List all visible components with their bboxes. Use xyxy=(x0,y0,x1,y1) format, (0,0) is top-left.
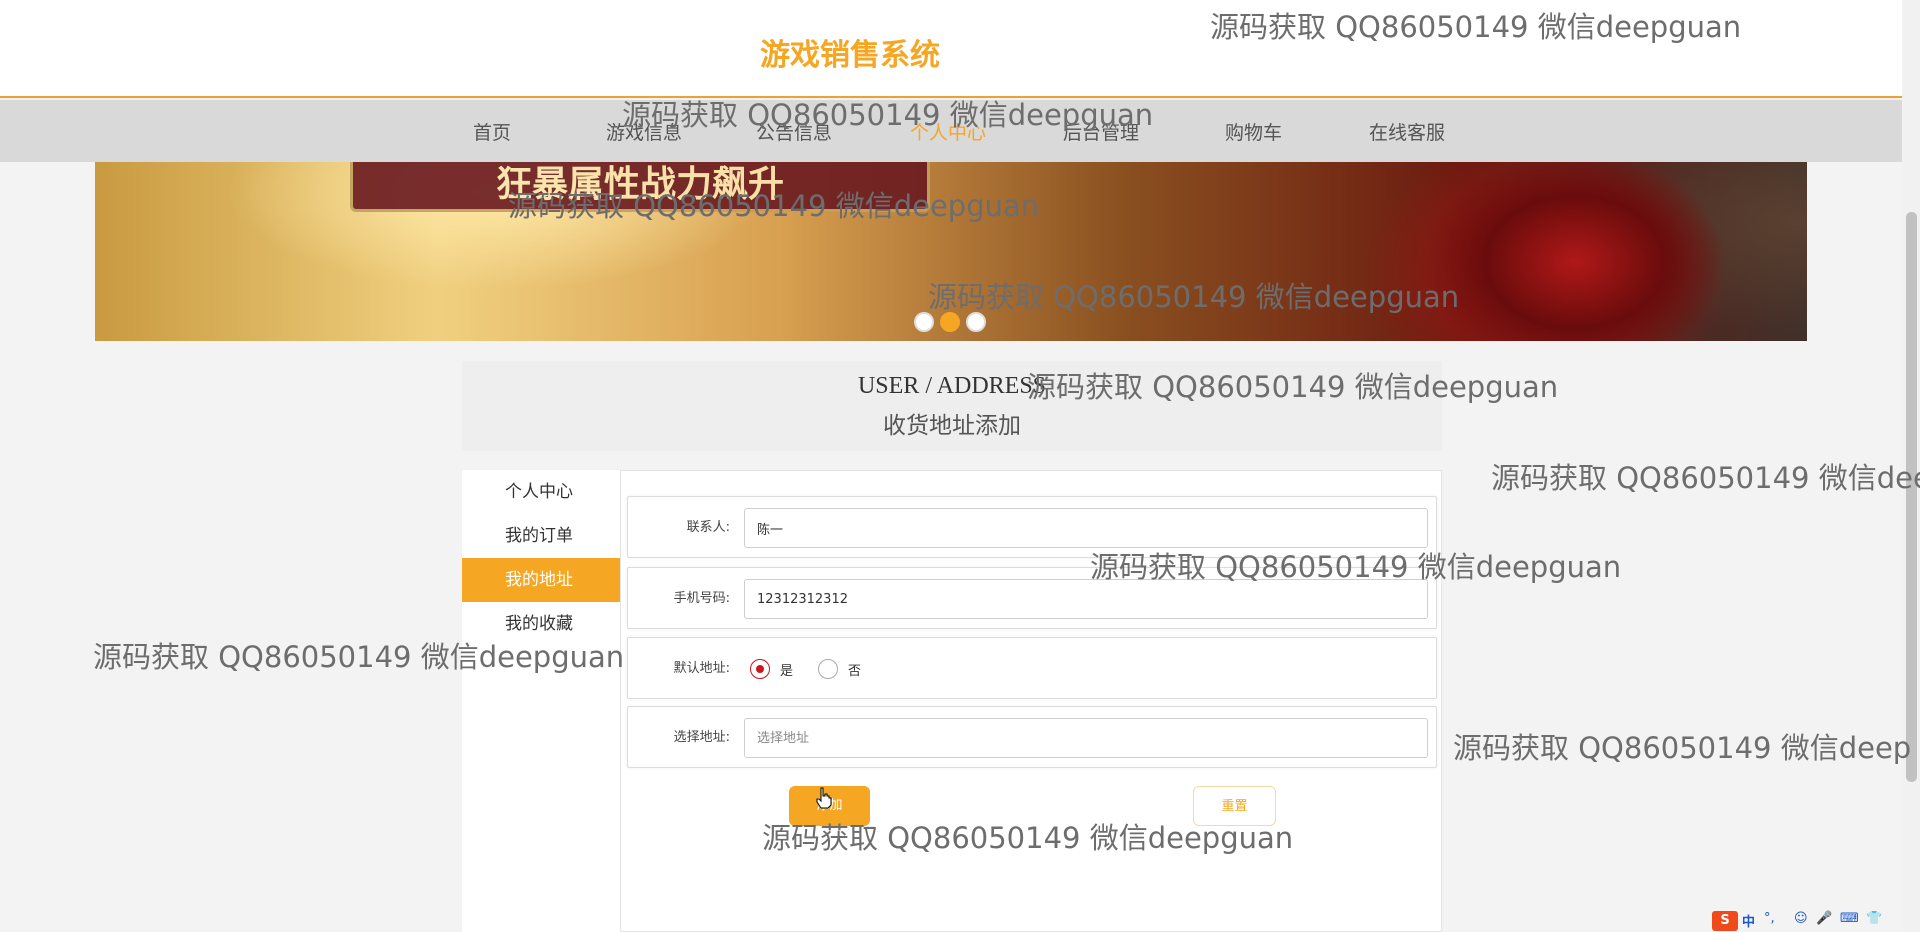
nav-item-games[interactable]: 游戏信息 xyxy=(606,118,682,145)
sidebar-menu: 个人中心 我的订单 我的地址 我的收藏 xyxy=(462,470,620,932)
nav-item-admin[interactable]: 后台管理 xyxy=(1063,118,1139,145)
sidebar-item-address[interactable]: 我的地址 xyxy=(462,558,620,602)
carousel-dots xyxy=(912,310,1000,334)
sogou-ime-icon[interactable]: S xyxy=(1712,911,1738,931)
contact-row: 联系人: xyxy=(627,496,1437,558)
site-header: 游戏销售系统 xyxy=(0,0,1902,98)
watermark: 源码获取 QQ86050149 微信deep xyxy=(1453,731,1912,765)
address-form: 联系人: 手机号码: 默认地址: 是 否 选择地址: xyxy=(620,470,1442,932)
microphone-icon[interactable]: 🎤 xyxy=(1816,911,1832,926)
banner-warrior-image xyxy=(1415,162,1735,341)
keyboard-icon[interactable]: ⌨ xyxy=(1840,911,1859,926)
contact-input[interactable] xyxy=(744,508,1428,548)
scrollbar-thumb[interactable] xyxy=(1906,212,1917,782)
contact-label: 联系人: xyxy=(686,520,730,535)
section-title-zh: 收货地址添加 xyxy=(883,413,1021,439)
carousel-dot-3[interactable] xyxy=(966,312,986,332)
nav-item-notices[interactable]: 公告信息 xyxy=(756,118,832,145)
skin-icon[interactable]: 👕 xyxy=(1866,911,1882,926)
default-address-label: 默认地址: xyxy=(673,661,730,676)
nav-item-cart[interactable]: 购物车 xyxy=(1225,118,1282,145)
punctuation-icon[interactable]: °, xyxy=(1764,911,1775,926)
radio-unchecked-icon xyxy=(818,659,838,679)
carousel-dot-2[interactable] xyxy=(940,312,960,332)
radio-checked-icon xyxy=(750,659,770,679)
site-title: 游戏销售系统 xyxy=(760,38,940,73)
reset-button[interactable]: 重置 xyxy=(1193,786,1276,826)
sidebar-item-favorites[interactable]: 我的收藏 xyxy=(462,602,620,646)
nav-item-home[interactable]: 首页 xyxy=(473,118,511,145)
nav-item-personal-center[interactable]: 个人中心 xyxy=(910,118,986,145)
carousel-dot-1[interactable] xyxy=(914,312,934,332)
phone-input[interactable] xyxy=(744,579,1428,619)
add-button[interactable]: 添加 xyxy=(789,786,870,826)
default-address-row: 默认地址: 是 否 xyxy=(627,637,1437,699)
banner-sign: 狂暴属性战力飙升 xyxy=(350,162,930,212)
sidebar-item-orders[interactable]: 我的订单 xyxy=(462,514,620,558)
default-no-label: 否 xyxy=(848,664,862,679)
sidebar-item-personal-center[interactable]: 个人中心 xyxy=(462,470,620,514)
section-header: USER / ADDRESS 收货地址添加 xyxy=(462,361,1442,451)
phone-row: 手机号码: xyxy=(627,567,1437,629)
default-yes-label: 是 xyxy=(780,664,794,679)
main-nav: 首页 游戏信息 公告信息 个人中心 后台管理 购物车 在线客服 xyxy=(0,100,1902,162)
address-select-label: 选择地址: xyxy=(673,730,730,745)
watermark: 源码获取 QQ86050149 微信dee xyxy=(1491,461,1920,495)
section-title-en: USER / ADDRESS xyxy=(857,373,1047,399)
address-select-input[interactable] xyxy=(744,718,1428,758)
nav-item-support[interactable]: 在线客服 xyxy=(1369,118,1445,145)
phone-label: 手机号码: xyxy=(673,591,730,606)
address-select-row: 选择地址: xyxy=(627,706,1437,768)
emoji-icon[interactable]: ☺ xyxy=(1794,911,1808,926)
ime-toolbar: S 中 °, ☺ 🎤 ⌨ 👕 xyxy=(1712,910,1902,932)
ime-mode-label[interactable]: 中 xyxy=(1742,911,1755,930)
